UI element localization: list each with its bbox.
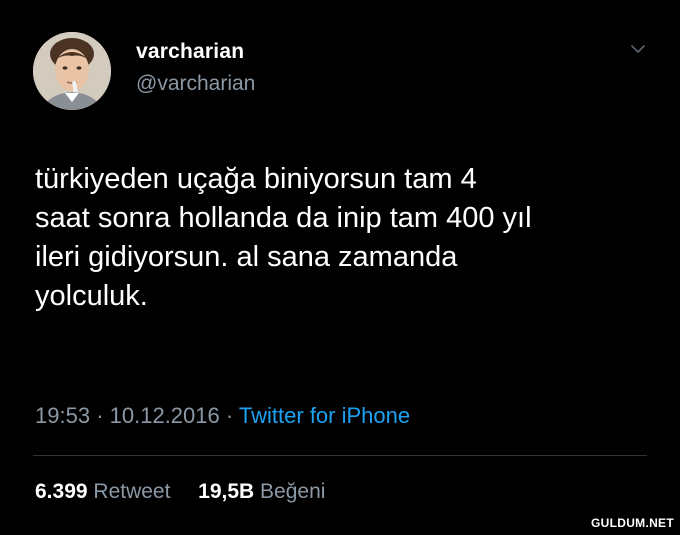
avatar[interactable]: [33, 32, 111, 110]
retweet-label: Retweet: [93, 480, 171, 503]
user-handle[interactable]: @varcharian: [136, 72, 255, 96]
like-count: 19,5B: [198, 480, 255, 503]
like-stat[interactable]: 19,5B Beğeni: [198, 480, 325, 503]
display-name[interactable]: varcharian: [136, 40, 244, 64]
site-watermark: GULDUM.NET: [591, 516, 674, 530]
tweet-meta: 19:53 · 10.12.2016 · Twitter for iPhone: [35, 403, 410, 429]
avatar-image: [33, 32, 111, 110]
tweet-source-link[interactable]: Twitter for iPhone: [239, 403, 410, 428]
meta-separator: ·: [225, 403, 234, 428]
retweet-stat[interactable]: 6.399 Retweet: [35, 480, 176, 503]
chevron-down-icon[interactable]: [629, 42, 647, 56]
tweet-text: türkiyeden uçağa biniyorsun tam 4 saat s…: [35, 163, 532, 312]
retweet-count: 6.399: [35, 480, 88, 503]
tweet-card: varcharian @varcharian türkiyeden uçağa …: [0, 0, 680, 535]
tweet-time[interactable]: 19:53: [35, 403, 90, 428]
tweet-date[interactable]: 10.12.2016: [110, 403, 220, 428]
divider: [33, 455, 647, 456]
meta-separator: ·: [96, 403, 104, 428]
like-label: Beğeni: [260, 480, 326, 503]
tweet-stats: 6.399 Retweet 19,5B Beğeni: [35, 480, 325, 504]
